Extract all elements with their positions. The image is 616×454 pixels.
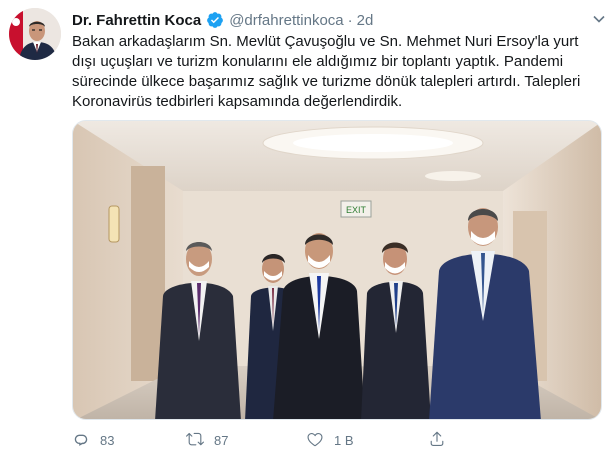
reply-button[interactable]: 83 bbox=[72, 430, 114, 450]
retweet-count: 87 bbox=[214, 432, 229, 448]
avatar[interactable] bbox=[9, 8, 61, 60]
tweet-text-line: Bakan arkadaşlarım Sn. Mevlüt Çavuşoğlu … bbox=[72, 33, 579, 50]
handle[interactable]: @drfahrettinkoca bbox=[229, 12, 343, 29]
like-button[interactable]: 1 B bbox=[306, 430, 354, 450]
retweet-button[interactable]: 87 bbox=[186, 430, 228, 450]
reply-count: 83 bbox=[100, 432, 115, 448]
heart-icon bbox=[306, 430, 324, 451]
tweet-photo[interactable]: EXIT bbox=[72, 120, 602, 420]
exit-sign: EXIT bbox=[346, 205, 367, 215]
tweet-text-line: sürecinde ülkece başarımız sağlık ve tur… bbox=[72, 73, 581, 90]
like-count: 1 B bbox=[334, 432, 354, 448]
chevron-down-icon[interactable] bbox=[592, 12, 606, 26]
display-name[interactable]: Dr. Fahrettin Koca bbox=[72, 12, 201, 29]
verified-badge-icon bbox=[206, 11, 224, 29]
tweet-actions: 83 87 1 B bbox=[72, 430, 602, 450]
timestamp[interactable]: 2d bbox=[357, 12, 374, 29]
tweet-text-line: Koronavirüs tedbirleri kapsamında değerl… bbox=[72, 93, 403, 110]
share-button[interactable] bbox=[428, 430, 446, 450]
separator-dot: · bbox=[347, 11, 353, 29]
tweet[interactable]: Dr. Fahrettin Koca @drfahrettinkoca · 2d… bbox=[0, 0, 616, 454]
tweet-text: Bakan arkadaşlarım Sn. Mevlüt Çavuşoğlu … bbox=[72, 32, 612, 112]
tweet-text-line: dışı uçuşları ve turizm konularını ele a… bbox=[72, 53, 564, 70]
share-icon bbox=[428, 430, 446, 451]
reply-icon bbox=[72, 430, 90, 451]
tweet-header: Dr. Fahrettin Koca @drfahrettinkoca · 2d bbox=[72, 10, 373, 30]
retweet-icon bbox=[186, 430, 204, 451]
